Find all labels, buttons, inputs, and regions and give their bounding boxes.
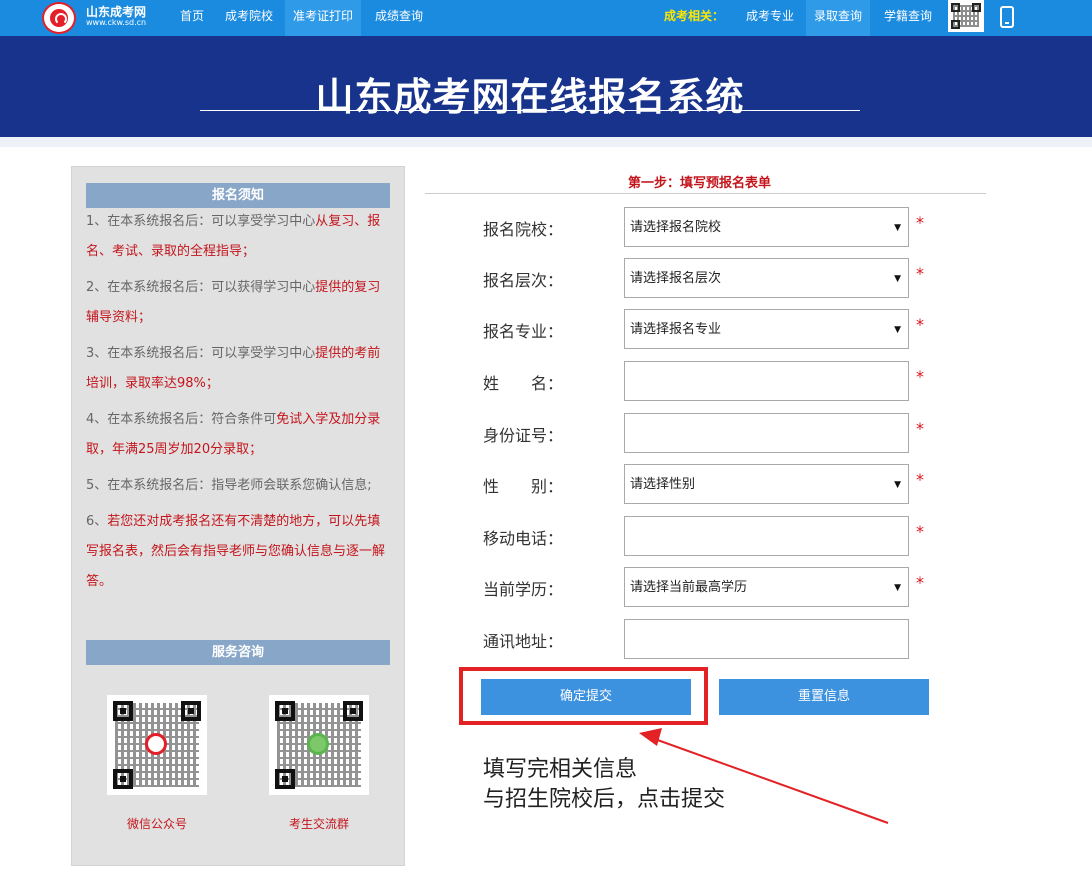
- notice-item: 4、在本系统报名后：符合条件可免试入学及加分录取，年满25周岁加20分录取；: [86, 405, 392, 465]
- field-label-college: 报名院校：: [483, 220, 564, 239]
- phone-input[interactable]: [624, 516, 909, 556]
- field-label-id-number: 身份证号：: [483, 426, 564, 445]
- field-label-phone: 移动电话：: [483, 529, 564, 548]
- address-input[interactable]: [624, 619, 909, 659]
- level-select[interactable]: 请选择报名层次 ▼: [624, 258, 909, 298]
- instruction-line-1: 填写完相关信息: [483, 757, 638, 782]
- nav-admission-query[interactable]: 录取查询: [806, 0, 871, 36]
- required-mark: *: [916, 315, 924, 334]
- page-title: 山东成考网在线报名系统: [315, 75, 745, 119]
- notice-text: 5、在本系统报名后：指导老师会联系您确认信息;: [86, 478, 372, 493]
- notice-item: 5、在本系统报名后：指导老师会联系您确认信息;: [86, 471, 392, 501]
- title-underline: [200, 110, 860, 111]
- instruction-line-2: 与招生院校后，点击提交: [483, 787, 726, 812]
- notice-item: 6、若您还对成考报名还有不清楚的地方，可以先填写报名表，然后会有指导老师与您确认…: [86, 507, 392, 597]
- college-select[interactable]: 请选择报名院校 ▼: [624, 207, 909, 247]
- submit-highlight-box: [459, 667, 708, 725]
- nav-admission-ticket[interactable]: 准考证打印: [285, 0, 362, 36]
- notice-text: 6、: [86, 514, 108, 529]
- required-mark: *: [916, 213, 924, 232]
- notice-text: 1、在本系统报名后：可以享受学习中心: [86, 214, 316, 229]
- qr-code-icon[interactable]: [948, 0, 984, 32]
- required-mark: *: [916, 367, 924, 386]
- wechat-official-qr-code: [107, 695, 207, 795]
- field-label-education: 当前学历：: [483, 580, 564, 599]
- field-label-address: 通讯地址：: [483, 632, 564, 651]
- nav-majors[interactable]: 成考专业: [738, 0, 802, 36]
- notice-item: 2、在本系统报名后：可以获得学习中心提供的复习辅导资料；: [86, 273, 392, 333]
- field-label-name: 姓 名：: [483, 374, 564, 393]
- field-label-gender: 性 别：: [483, 477, 564, 496]
- notice-text: 2、在本系统报名后：可以获得学习中心: [86, 280, 316, 295]
- major-select[interactable]: 请选择报名专业 ▼: [624, 309, 909, 349]
- field-label-level: 报名层次：: [483, 271, 564, 290]
- site-url: www.ckw.sd.cn: [86, 18, 147, 27]
- student-group-qr-code: [269, 695, 369, 795]
- notice-highlight: 若您还对成考报名还有不清楚的地方，可以先填写报名表，然后会有指导老师与您确认信息…: [86, 514, 386, 589]
- mobile-phone-icon[interactable]: [1000, 6, 1014, 28]
- notice-text: 3、在本系统报名后：可以享受学习中心: [86, 346, 316, 361]
- top-navigation-bar: 山东成考网 www.ckw.sd.cn 首页 成考院校 准考证打印 成绩查询 成…: [0, 0, 1092, 36]
- banner-divider: [0, 137, 1092, 147]
- notice-text: 4、在本系统报名后：符合条件可: [86, 412, 277, 427]
- reset-button[interactable]: 重置信息: [719, 679, 929, 715]
- chevron-down-icon: ▼: [894, 325, 901, 335]
- name-input[interactable]: [624, 361, 909, 401]
- id-number-input[interactable]: [624, 413, 909, 453]
- chevron-down-icon: ▼: [894, 223, 901, 233]
- notice-item: 1、在本系统报名后：可以享受学习中心从复习、报名、考试、录取的全程指导；: [86, 207, 392, 267]
- chevron-down-icon: ▼: [894, 480, 901, 490]
- chevron-down-icon: ▼: [894, 274, 901, 284]
- nav-colleges[interactable]: 成考院校: [217, 0, 281, 36]
- field-label-major: 报名专业：: [483, 322, 564, 341]
- site-logo-icon[interactable]: [42, 2, 76, 34]
- required-mark: *: [916, 419, 924, 438]
- required-mark: *: [916, 573, 924, 592]
- nav-related-label: 成考相关：: [664, 9, 725, 23]
- nav-home[interactable]: 首页: [172, 0, 212, 36]
- nav-score-query[interactable]: 成绩查询: [367, 0, 431, 36]
- notice-list: 1、在本系统报名后：可以享受学习中心从复习、报名、考试、录取的全程指导； 2、在本…: [86, 207, 392, 603]
- service-heading: 服务咨询: [86, 640, 390, 665]
- step-divider: [425, 193, 986, 194]
- step-title: 第一步：填写预报名表单: [628, 176, 772, 191]
- notice-item: 3、在本系统报名后：可以享受学习中心提供的考前培训，录取率达98%；: [86, 339, 392, 399]
- required-mark: *: [916, 470, 924, 489]
- education-select[interactable]: 请选择当前最高学历 ▼: [624, 567, 909, 607]
- chevron-down-icon: ▼: [894, 583, 901, 593]
- required-mark: *: [916, 522, 924, 541]
- nav-student-status[interactable]: 学籍查询: [876, 0, 940, 36]
- required-mark: *: [916, 264, 924, 283]
- notice-heading: 报名须知: [86, 183, 390, 208]
- wechat-official-label: 微信公众号: [126, 817, 187, 831]
- gender-select[interactable]: 请选择性别 ▼: [624, 464, 909, 504]
- student-group-label: 考生交流群: [288, 817, 349, 831]
- instruction-text: 填写完相关信息 与招生院校后，点击提交: [483, 755, 725, 815]
